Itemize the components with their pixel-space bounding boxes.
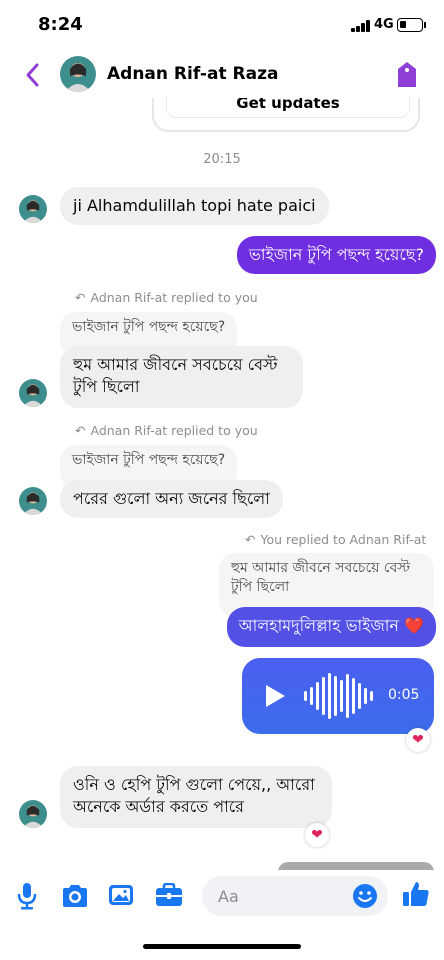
waveform-bar [328, 673, 331, 719]
reply-meta-text: Adnan Rif-at replied to you [90, 290, 258, 305]
reply-arrow-icon: ↶ [75, 423, 86, 438]
battery-icon [397, 18, 423, 32]
outgoing-message[interactable]: ভাইজান টুপি পছন্দ হয়েছে? [236, 236, 436, 274]
message-line: টুপি ছিলো [73, 377, 140, 396]
waveform-bar [334, 676, 337, 716]
back-chevron-icon[interactable] [22, 62, 44, 88]
briefcase-icon[interactable] [155, 883, 183, 907]
reply-meta-text: You replied to Adnan Rif-at [260, 532, 427, 547]
reply-arrow-icon: ↶ [75, 290, 86, 305]
incoming-message[interactable]: হুম আমার জীবনে সবচেয়ে বেস্ট টুপি ছিলো [60, 346, 303, 408]
message-composer [0, 870, 444, 922]
contact-name[interactable]: Adnan Rif-at Raza [107, 64, 278, 84]
incoming-message[interactable]: পরের গুলো অন্য জনের ছিলো [60, 480, 283, 518]
waveform-bar [316, 682, 319, 710]
waveform-bar [370, 691, 373, 701]
waveform-bar [322, 677, 325, 715]
reply-meta-text: Adnan Rif-at replied to you [90, 423, 258, 438]
quoted-line: টুপি ছিলো [231, 579, 290, 595]
waveform-bar [340, 680, 343, 712]
waveform-bar [310, 687, 313, 705]
sender-avatar[interactable] [19, 195, 47, 223]
tag-icon[interactable] [396, 61, 418, 89]
reply-indicator: ↶ You replied to Adnan Rif-at [245, 532, 426, 547]
waveform-bar [346, 674, 349, 718]
home-indicator[interactable] [143, 944, 301, 949]
network-type: 4G [374, 17, 394, 32]
gallery-icon[interactable] [108, 883, 134, 907]
audio-duration: 0:05 [388, 687, 420, 703]
reply-arrow-icon: ↶ [245, 532, 256, 547]
camera-icon[interactable] [61, 884, 89, 908]
sender-avatar[interactable] [19, 379, 47, 407]
cellular-signal-icon [351, 20, 371, 32]
conversation-header: Adnan Rif-at Raza [0, 52, 444, 98]
sender-avatar[interactable] [19, 800, 47, 828]
incoming-message[interactable]: ওনি ও হেপি টুপি গুলো পেয়ে,, আরো অনেকে অ… [60, 766, 332, 828]
reply-indicator: ↶ Adnan Rif-at replied to you [75, 290, 258, 305]
message-timestamp: 20:15 [203, 152, 241, 167]
message-line: হুম আমার জীবনে সবচেয়ে বেস্ট [73, 355, 278, 374]
message-line: অনেকে অর্ডার করতে পারে [73, 797, 244, 816]
waveform-bar [364, 688, 367, 704]
message-line: ওনি ও হেপি টুপি গুলো পেয়ে,, আরো [73, 775, 315, 794]
reply-indicator: ↶ Adnan Rif-at replied to you [75, 423, 258, 438]
battery-nub [424, 22, 426, 28]
like-thumb-icon[interactable] [402, 880, 430, 908]
microphone-icon[interactable] [17, 882, 37, 910]
play-icon[interactable] [264, 684, 286, 708]
incoming-message[interactable]: ji Alhamdulillah topi hate paici [60, 187, 329, 225]
outgoing-message[interactable]: আলহামদুলিল্লাহ ভাইজান ❤️ [226, 607, 436, 647]
voice-message[interactable]: 0:05 [242, 658, 434, 734]
waveform-bar [358, 683, 361, 709]
quoted-line: হুম আমার জীবনে সবচেয়ে বেস্ট [231, 560, 410, 576]
status-time: 8:24 [38, 14, 83, 35]
emoji-icon[interactable] [352, 883, 378, 909]
audio-waveform [304, 672, 374, 720]
waveform-bar [352, 678, 355, 714]
status-bar: 8:24 4G [0, 0, 444, 50]
heart-reaction[interactable]: ❤ [406, 728, 430, 752]
contact-avatar[interactable] [60, 56, 96, 92]
waveform-bar [304, 691, 307, 701]
sender-avatar[interactable] [19, 487, 47, 515]
heart-reaction[interactable]: ❤ [305, 823, 329, 847]
